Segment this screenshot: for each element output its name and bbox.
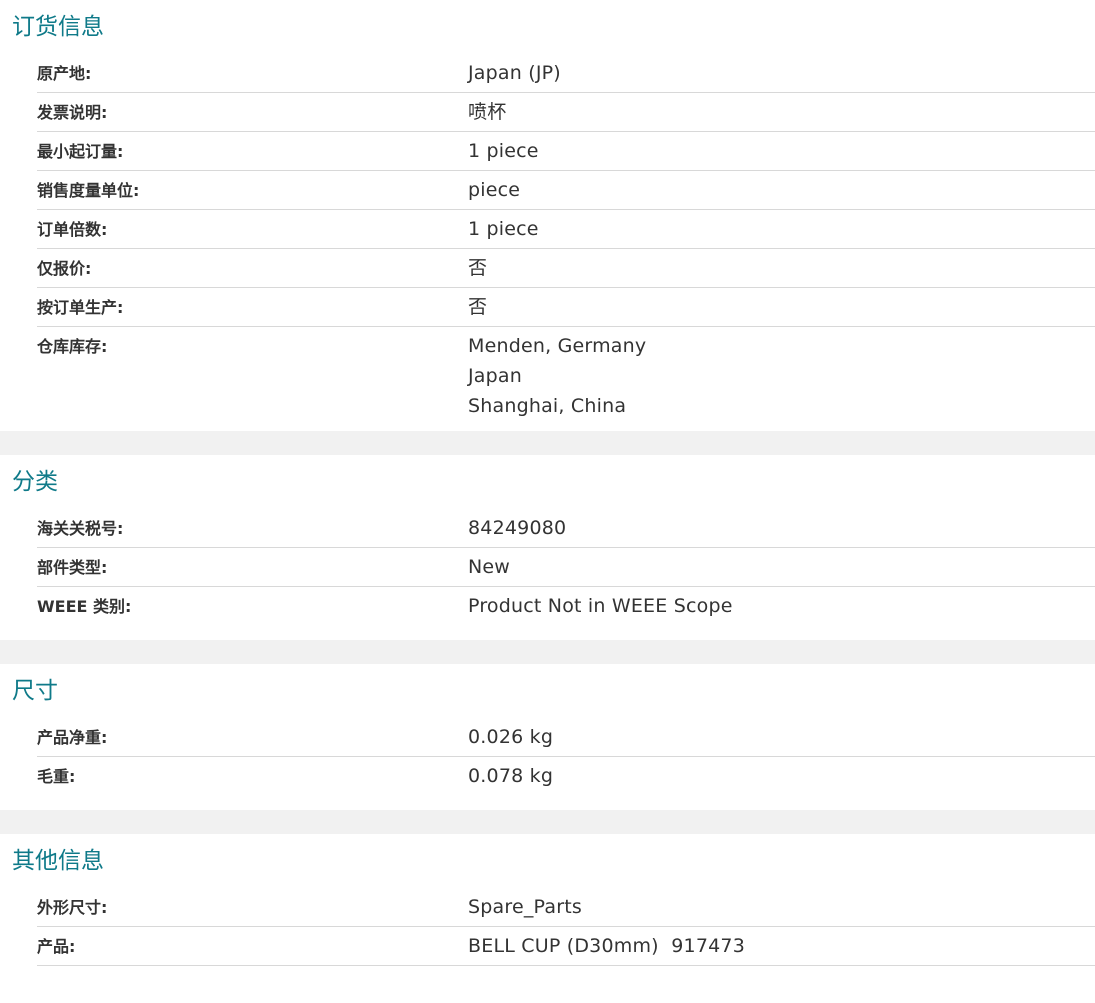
row-net-weight: 产品净重: 0.026 kg [37, 718, 1095, 757]
row-label: 按订单生产: [37, 298, 124, 317]
section-divider [0, 431, 1095, 455]
row-value: Product Not in WEEE Scope [468, 595, 733, 617]
section-divider [0, 640, 1095, 664]
row-value: 0.078 kg [468, 765, 554, 787]
row-gross-weight: 毛重: 0.078 kg [37, 757, 1095, 796]
row-label: 销售度量单位: [37, 181, 140, 200]
row-label: WEEE 类别: [37, 597, 132, 616]
row-value: 1 piece [468, 218, 539, 240]
row-customs-tariff-number: 海关关税号: 84249080 [37, 509, 1095, 548]
row-value: BELL CUP (D30mm) 917473 [468, 935, 745, 957]
dimensions-rows: 产品净重: 0.026 kg 毛重: 0.078 kg [37, 718, 1095, 796]
row-sales-unit-of-measure: 销售度量单位: piece [37, 171, 1095, 210]
row-weee-category: WEEE 类别: Product Not in WEEE Scope [37, 587, 1095, 626]
row-form-factor: 外形尺寸: Spare_Parts [37, 888, 1095, 927]
row-label: 产品: [37, 937, 76, 956]
row-make-to-order: 按订单生产: 否 [37, 288, 1095, 327]
row-value-list: Menden, Germany Japan Shanghai, China [468, 335, 1095, 431]
ordering-info-rows: 原产地: Japan (JP) 发票说明: 喷杯 最小起订量: 1 piece … [37, 54, 1095, 431]
row-minimum-order-quantity: 最小起订量: 1 piece [37, 132, 1095, 171]
row-order-multiple: 订单倍数: 1 piece [37, 210, 1095, 249]
row-label: 订单倍数: [37, 220, 108, 239]
row-label: 海关关税号: [37, 519, 124, 538]
row-invoice-description: 发票说明: 喷杯 [37, 93, 1095, 132]
classification-rows: 海关关税号: 84249080 部件类型: New WEEE 类别: Produ… [37, 509, 1095, 626]
row-label: 最小起订量: [37, 142, 124, 161]
row-quote-only: 仅报价: 否 [37, 249, 1095, 288]
row-value: New [468, 556, 511, 578]
other-info-section: 其他信息 外形尺寸: Spare_Parts 产品: BELL CUP (D30… [0, 834, 1095, 966]
section-title-ordering-info: 订货信息 [12, 14, 104, 40]
row-label: 仅报价: [37, 259, 92, 278]
section-padding [0, 796, 1095, 810]
warehouse-location: Shanghai, China [468, 395, 627, 417]
section-title-dimensions: 尺寸 [12, 678, 58, 704]
row-label: 毛重: [37, 767, 76, 786]
row-warehouse-stock: 仓库库存: Menden, Germany Japan Shanghai, Ch… [37, 327, 1095, 431]
row-value: 否 [468, 257, 488, 279]
row-country-of-origin: 原产地: Japan (JP) [37, 54, 1095, 93]
row-value: piece [468, 179, 521, 201]
warehouse-location: Japan [468, 365, 522, 387]
warehouse-location: Menden, Germany [468, 335, 647, 357]
section-divider [0, 810, 1095, 834]
row-value: 1 piece [468, 140, 539, 162]
other-info-rows: 外形尺寸: Spare_Parts 产品: BELL CUP (D30mm) 9… [37, 888, 1095, 966]
section-padding [0, 626, 1095, 640]
row-label: 原产地: [37, 64, 92, 83]
row-label: 部件类型: [37, 558, 108, 577]
row-label: 发票说明: [37, 103, 108, 122]
section-title-other-info: 其他信息 [12, 848, 104, 874]
row-part-type: 部件类型: New [37, 548, 1095, 587]
row-label: 外形尺寸: [37, 898, 108, 917]
classification-section: 分类 海关关税号: 84249080 部件类型: New WEEE 类别: Pr… [0, 455, 1095, 640]
row-value: 84249080 [468, 517, 567, 539]
row-label: 仓库库存: [37, 337, 108, 356]
dimensions-section: 尺寸 产品净重: 0.026 kg 毛重: 0.078 kg [0, 664, 1095, 810]
section-title-classification: 分类 [12, 469, 58, 495]
row-product: 产品: BELL CUP (D30mm) 917473 [37, 927, 1095, 966]
row-value: Japan (JP) [468, 62, 561, 84]
row-label: 产品净重: [37, 728, 108, 747]
row-value: 喷杯 [468, 101, 507, 123]
row-value: Spare_Parts [468, 896, 582, 918]
row-value: 否 [468, 296, 488, 318]
ordering-info-section: 订货信息 原产地: Japan (JP) 发票说明: 喷杯 最小起订量: 1 p… [0, 0, 1095, 431]
row-value: 0.026 kg [468, 726, 554, 748]
